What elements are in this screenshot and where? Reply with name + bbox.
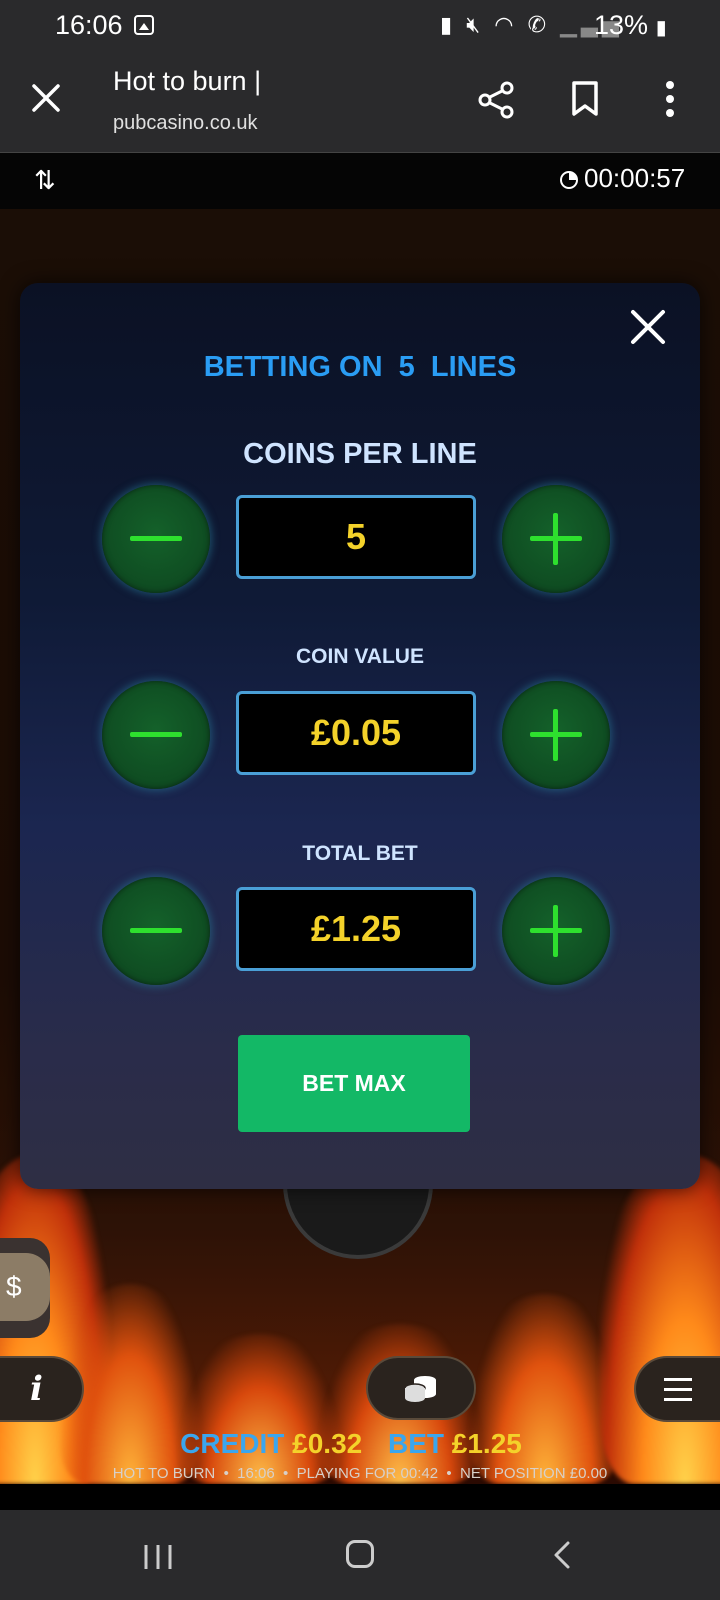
browser-toolbar: Hot to burn | pubcasino.co.uk [0, 52, 720, 153]
plus-icon-vertical [553, 709, 558, 761]
close-icon[interactable] [28, 80, 64, 116]
page-url: pubcasino.co.uk [113, 112, 258, 134]
coin-value-increase-button[interactable] [502, 681, 610, 789]
total-bet-label: TOTAL BET [302, 842, 418, 865]
coin-value-display: £0.05 [236, 691, 476, 775]
menu-button[interactable] [634, 1356, 720, 1422]
bet-value: £1.25 [451, 1428, 522, 1459]
mute-icon: 🔇︎ [466, 12, 485, 37]
plus-icon-vertical [553, 513, 558, 565]
total-bet-decrease-button[interactable] [102, 877, 210, 985]
battery-level: 13% ▮ [594, 10, 667, 41]
coin-value-label: COIN VALUE [296, 645, 424, 668]
minus-icon [130, 928, 182, 933]
cashier-button[interactable]: $ [0, 1253, 50, 1321]
menu-icon-line [664, 1398, 692, 1401]
credit-bet-summary: CREDIT £0.32 BET £1.25 [0, 1428, 720, 1460]
bet-settings-button[interactable] [366, 1356, 476, 1420]
total-bet-increase-button[interactable] [502, 877, 610, 985]
coins-per-line-decrease-button[interactable] [102, 485, 210, 593]
back-icon[interactable] [550, 1540, 574, 1570]
status-time: 16:06 [55, 10, 123, 40]
bet-settings-dialog: BETTING ON 5 LINES COINS PER LINE 5 COIN… [20, 283, 700, 1189]
gallery-icon [134, 15, 154, 35]
home-icon[interactable] [346, 1540, 374, 1568]
coins-per-line-label: COINS PER LINE [243, 438, 477, 470]
wifi-icon: ◠ [494, 12, 518, 37]
minus-icon [130, 536, 182, 541]
betting-lines-heading: BETTING ON 5 LINES [203, 351, 517, 383]
game-top-bar: ⇅ 00:00:57 [0, 153, 720, 209]
bet-max-button[interactable]: BET MAX [238, 1035, 470, 1132]
clock-icon [560, 171, 578, 189]
charging-icon: ▮ [655, 17, 667, 39]
battery-percent: 13% [594, 10, 649, 40]
battery-saver-icon: ▮ [440, 12, 457, 37]
more-options-icon[interactable] [664, 80, 676, 118]
status-bar: 16:06 ▮ 🔇︎ ◠ ✆ ▁▃▅ 13% ▮ [0, 0, 720, 52]
session-ticker: HOT TO BURN • 16:06 • PLAYING FOR 00:42 … [112, 1465, 608, 1482]
wifi-calling-icon: ✆ [527, 12, 550, 37]
bookmark-icon[interactable] [570, 80, 600, 118]
total-bet-display: £1.25 [236, 887, 476, 971]
coin-stack-icon [404, 1376, 436, 1402]
menu-icon-line [664, 1378, 692, 1381]
recent-apps-icon[interactable] [142, 1543, 174, 1571]
info-button[interactable]: i [0, 1356, 84, 1422]
swap-icon[interactable]: ⇅ [34, 165, 56, 196]
page-title: Hot to burn | [113, 66, 262, 96]
credit-label: CREDIT [180, 1428, 285, 1459]
flame-decoration [180, 1334, 340, 1484]
bet-label: BET [388, 1428, 444, 1459]
share-icon[interactable] [476, 80, 516, 120]
coins-per-line-value: 5 [236, 495, 476, 579]
plus-icon-vertical [553, 905, 558, 957]
close-dialog-icon[interactable] [626, 305, 670, 349]
credit-value: £0.32 [292, 1428, 363, 1459]
menu-icon-line [664, 1388, 692, 1391]
session-timer: 00:00:57 [560, 163, 685, 194]
coins-per-line-increase-button[interactable] [502, 485, 610, 593]
minus-icon [130, 732, 182, 737]
system-navigation-bar [0, 1510, 720, 1600]
coin-value-decrease-button[interactable] [102, 681, 210, 789]
session-timer-value: 00:00:57 [584, 163, 686, 193]
